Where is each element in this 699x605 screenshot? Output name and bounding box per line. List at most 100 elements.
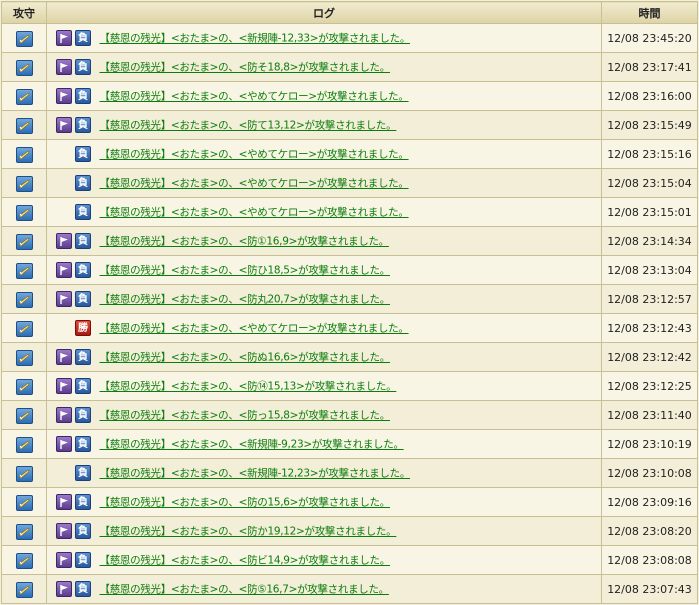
sword-icon[interactable] (15, 60, 33, 76)
log-message-link[interactable]: 【慈恩の残光】<おたま>の、<防ひ18,5>が攻撃されました。 (100, 265, 391, 277)
log-message-link[interactable]: 【慈恩の残光】<おたま>の、<やめてケロー>が攻撃されました。 (100, 323, 409, 335)
log-message-link[interactable]: 【慈恩の残光】<おたま>の、<やめてケロー>が攻撃されました。 (100, 207, 409, 219)
sword-icon[interactable] (15, 176, 33, 192)
log-message-link[interactable]: 【慈恩の残光】<おたま>の、<やめてケロー>が攻撃されました。 (100, 91, 409, 103)
log-message-link[interactable]: 【慈恩の残光】<おたま>の、<やめてケロー>が攻撃されました。 (100, 178, 409, 190)
attack-cell (1, 458, 47, 488)
log-message-link[interactable]: 【慈恩の残光】<おたま>の、<防⑤16,7>が攻撃されました。 (100, 584, 390, 596)
sword-icon[interactable] (15, 582, 33, 598)
flag-icon (56, 291, 72, 307)
attack-cell (1, 81, 47, 111)
log-message-link[interactable]: 【慈恩の残光】<おたま>の、<防丸20,7>が攻撃されました。 (100, 294, 391, 306)
log-row: 勝 【慈恩の残光】<おたま>の、<やめてケロー>が攻撃されました。 12/08 … (1, 313, 698, 343)
attack-cell (1, 429, 47, 459)
log-row: 負 【慈恩の残光】<おたま>の、<新規陣-12,33>が攻撃されました。 12/… (1, 23, 698, 53)
log-time: 12/08 23:08:20 (601, 516, 698, 546)
lose-badge: 負 (75, 233, 91, 249)
log-time: 12/08 23:12:43 (601, 313, 698, 343)
sword-icon[interactable] (15, 234, 33, 250)
log-message-link[interactable]: 【慈恩の残光】<おたま>の、<新規陣-12,23>が攻撃されました。 (100, 468, 411, 480)
log-row: 負 【慈恩の残光】<おたま>の、<やめてケロー>が攻撃されました。 12/08 … (1, 168, 698, 198)
attack-cell (1, 110, 47, 140)
log-row: 負 【慈恩の残光】<おたま>の、<防そ18,8>が攻撃されました。 12/08 … (1, 52, 698, 82)
log-message-link[interactable]: 【慈恩の残光】<おたま>の、<防そ18,8>が攻撃されました。 (100, 62, 391, 74)
attack-cell (1, 168, 47, 198)
log-time: 12/08 23:07:43 (601, 574, 698, 604)
lose-badge: 負 (75, 146, 91, 162)
log-cell: 勝 【慈恩の残光】<おたま>の、<やめてケロー>が攻撃されました。 (46, 313, 602, 343)
log-time: 12/08 23:10:08 (601, 458, 698, 488)
header-attack-defense: 攻守 (1, 1, 47, 24)
log-row: 負 【慈恩の残光】<おたま>の、<やめてケロー>が攻撃されました。 12/08 … (1, 197, 698, 227)
sword-icon[interactable] (15, 553, 33, 569)
sword-icon[interactable] (15, 321, 33, 337)
log-cell: 負 【慈恩の残光】<おたま>の、<やめてケロー>が攻撃されました。 (46, 81, 602, 111)
sword-icon[interactable] (15, 205, 33, 221)
log-cell: 負 【慈恩の残光】<おたま>の、<防の15,6>が攻撃されました。 (46, 487, 602, 517)
log-cell: 負 【慈恩の残光】<おたま>の、<防ぬ16,6>が攻撃されました。 (46, 342, 602, 372)
log-message-link[interactable]: 【慈恩の残光】<おたま>の、<防⑭15,13>が攻撃されました。 (100, 381, 397, 393)
sword-icon[interactable] (15, 408, 33, 424)
lose-badge: 負 (75, 175, 91, 191)
log-time: 12/08 23:16:00 (601, 81, 698, 111)
sword-icon[interactable] (15, 118, 33, 134)
flag-icon (56, 378, 72, 394)
sword-icon[interactable] (15, 524, 33, 540)
log-icons: 負 (56, 146, 96, 162)
log-icons: 負 (56, 291, 96, 307)
sword-icon[interactable] (15, 495, 33, 511)
log-message-link[interactable]: 【慈恩の残光】<おたま>の、<新規陣-9,23>が攻撃されました。 (100, 439, 404, 451)
log-icons: 負 (56, 262, 96, 278)
log-icons: 勝 (56, 320, 96, 336)
log-cell: 負 【慈恩の残光】<おたま>の、<防っ15,8>が攻撃されました。 (46, 400, 602, 430)
log-message-link[interactable]: 【慈恩の残光】<おたま>の、<新規陣-12,33>が攻撃されました。 (100, 33, 411, 45)
sword-icon[interactable] (15, 89, 33, 105)
lose-badge: 負 (75, 465, 91, 481)
log-icons: 負 (56, 494, 96, 510)
log-icons: 負 (56, 436, 96, 452)
sword-icon[interactable] (15, 350, 33, 366)
log-row: 負 【慈恩の残光】<おたま>の、<防⑤16,7>が攻撃されました。 12/08 … (1, 574, 698, 604)
log-message-link[interactable]: 【慈恩の残光】<おたま>の、<防ぬ16,6>が攻撃されました。 (100, 352, 391, 364)
log-icons: 負 (56, 349, 96, 365)
sword-icon[interactable] (15, 263, 33, 279)
log-cell: 負 【慈恩の残光】<おたま>の、<防ひ18,5>が攻撃されました。 (46, 255, 602, 285)
log-message-link[interactable]: 【慈恩の残光】<おたま>の、<防①16,9>が攻撃されました。 (100, 236, 390, 248)
sword-icon[interactable] (15, 379, 33, 395)
log-row: 負 【慈恩の残光】<おたま>の、<新規陣-12,23>が攻撃されました。 12/… (1, 458, 698, 488)
sword-icon[interactable] (15, 437, 33, 453)
flag-icon (56, 552, 72, 568)
log-cell: 負 【慈恩の残光】<おたま>の、<防丸20,7>が攻撃されました。 (46, 284, 602, 314)
header-time: 時間 (601, 1, 698, 24)
sword-icon[interactable] (15, 31, 33, 47)
win-badge: 勝 (75, 320, 91, 336)
log-icons: 負 (56, 407, 96, 423)
log-message-link[interactable]: 【慈恩の残光】<おたま>の、<防か19,12>が攻撃されました。 (100, 526, 397, 538)
log-row: 負 【慈恩の残光】<おたま>の、<防①16,9>が攻撃されました。 12/08 … (1, 226, 698, 256)
log-message-link[interactable]: 【慈恩の残光】<おたま>の、<防ビ14,9>が攻撃されました。 (100, 555, 391, 567)
attack-cell (1, 23, 47, 53)
log-time: 12/08 23:13:04 (601, 255, 698, 285)
log-icons: 負 (56, 117, 96, 133)
log-message-link[interactable]: 【慈恩の残光】<おたま>の、<防の15,6>が攻撃されました。 (100, 497, 391, 509)
log-cell: 負 【慈恩の残光】<おたま>の、<防①16,9>が攻撃されました。 (46, 226, 602, 256)
log-row: 負 【慈恩の残光】<おたま>の、<防の15,6>が攻撃されました。 12/08 … (1, 487, 698, 517)
attack-cell (1, 574, 47, 604)
log-icons: 負 (56, 175, 96, 191)
log-cell: 負 【慈恩の残光】<おたま>の、<新規陣-12,33>が攻撃されました。 (46, 23, 602, 53)
log-message-link[interactable]: 【慈恩の残光】<おたま>の、<防っ15,8>が攻撃されました。 (100, 410, 391, 422)
attack-cell (1, 255, 47, 285)
attack-cell (1, 516, 47, 546)
log-message-link[interactable]: 【慈恩の残光】<おたま>の、<防て13,12>が攻撃されました。 (100, 120, 397, 132)
lose-badge: 負 (75, 407, 91, 423)
log-cell: 負 【慈恩の残光】<おたま>の、<防⑭15,13>が攻撃されました。 (46, 371, 602, 401)
log-time: 12/08 23:12:57 (601, 284, 698, 314)
log-row: 負 【慈恩の残光】<おたま>の、<防ひ18,5>が攻撃されました。 12/08 … (1, 255, 698, 285)
log-message-link[interactable]: 【慈恩の残光】<おたま>の、<やめてケロー>が攻撃されました。 (100, 149, 409, 161)
log-cell: 負 【慈恩の残光】<おたま>の、<防ビ14,9>が攻撃されました。 (46, 545, 602, 575)
sword-icon[interactable] (15, 292, 33, 308)
sword-icon[interactable] (15, 147, 33, 163)
sword-icon[interactable] (15, 466, 33, 482)
log-time: 12/08 23:14:34 (601, 226, 698, 256)
log-cell: 負 【慈恩の残光】<おたま>の、<やめてケロー>が攻撃されました。 (46, 139, 602, 169)
